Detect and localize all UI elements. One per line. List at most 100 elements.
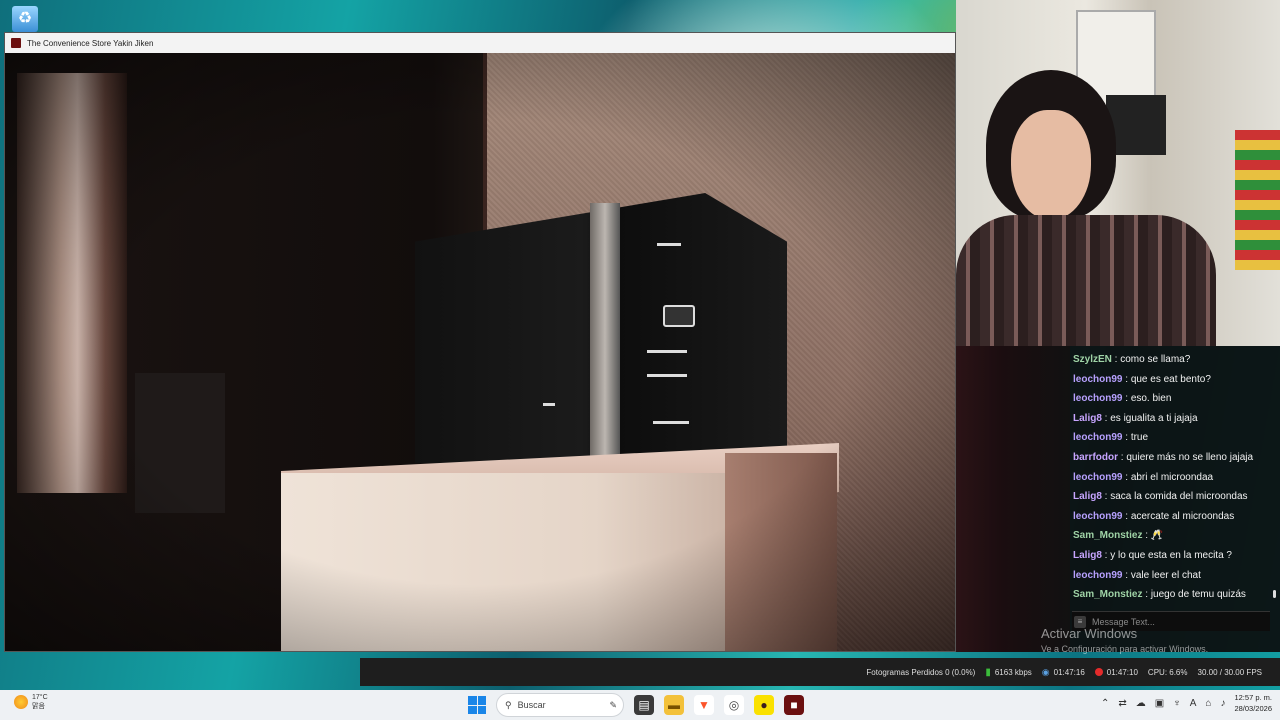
chat-message-text: eso. bien xyxy=(1130,393,1172,405)
chat-message-text: true xyxy=(1130,432,1149,444)
system-tray: ⌃ ⇄ ☁ ▣ ♆ A ⌂ ♪ 12:57 p. m. 28/03/2026 xyxy=(1101,692,1272,714)
rec-status: 01:47:10 xyxy=(1094,667,1138,677)
search-label: Buscar xyxy=(517,700,546,710)
chat-message: leochon99 : que es eat bento? xyxy=(1073,370,1273,390)
network-tray-icon[interactable]: ⇄ xyxy=(1118,698,1126,709)
live-broadcast-icon: ◉ xyxy=(1041,666,1050,677)
chevron-up-icon[interactable]: ⌃ xyxy=(1101,698,1109,709)
chat-separator: : xyxy=(1122,510,1131,522)
clock-date: 28/03/2026 xyxy=(1234,704,1272,713)
chat-username[interactable]: Lalig8 xyxy=(1073,491,1102,502)
task-view-icon[interactable]: ▤ xyxy=(634,695,654,715)
bitrate-status: ▮ 6163 kbps xyxy=(985,667,1031,678)
overlay-strip xyxy=(956,346,1070,652)
chat-message: leochon99 : eso. bien xyxy=(1073,389,1273,409)
brave-browser-icon[interactable]: ▼ xyxy=(694,695,714,715)
chat-separator: : xyxy=(1122,569,1131,581)
chat-username[interactable]: leochon99 xyxy=(1073,472,1122,483)
game-viewport[interactable] xyxy=(5,53,955,651)
chat-message: leochon99 : true xyxy=(1073,428,1273,448)
weather-widget[interactable]: 17°C 맑음 xyxy=(14,693,48,711)
chat-message: barrfodor : quiere más no se lleno jajaj… xyxy=(1073,448,1273,468)
chat-panel: SzylzEN : como se llama? leochon99 : que … xyxy=(1070,346,1280,652)
chat-username[interactable]: Lalig8 xyxy=(1073,413,1102,424)
file-explorer-icon[interactable]: ▬ xyxy=(664,695,684,715)
chat-message-text: 🥂 xyxy=(1150,530,1164,542)
volume-icon[interactable]: ♪ xyxy=(1220,698,1225,709)
chat-scrollbar[interactable] xyxy=(1273,590,1276,598)
chat-message: leochon99 : abri el microondaa xyxy=(1073,468,1273,488)
speaker-tray-icon[interactable]: ▣ xyxy=(1155,698,1164,709)
chat-username[interactable]: leochon99 xyxy=(1073,570,1122,581)
clock[interactable]: 12:57 p. m. 28/03/2026 xyxy=(1234,692,1272,714)
recycle-bin-icon[interactable]: ♻ xyxy=(12,6,38,32)
webcam-feed xyxy=(956,0,1280,346)
bitrate-value: 6163 kbps xyxy=(994,667,1032,677)
chat-username[interactable]: leochon99 xyxy=(1073,511,1122,522)
chat-separator: : xyxy=(1122,393,1131,405)
wifi-icon[interactable]: ⌂ xyxy=(1205,698,1211,709)
chat-message-text: abri el microondaa xyxy=(1130,471,1214,483)
chat-separator: : xyxy=(1122,373,1131,385)
taskbar: 17°C 맑음 ⚲ Buscar ✎ ▤ ▬ ▼ ◎ ● ■ ⌃ ⇄ ☁ ▣ ♆… xyxy=(0,690,1280,720)
microphone-icon[interactable]: ♆ xyxy=(1173,698,1181,709)
activate-subtitle: Ve a Configuración para activar Windows. xyxy=(1041,644,1209,654)
live-time: 01:47:16 xyxy=(1053,667,1085,677)
cloud-icon[interactable]: ☁ xyxy=(1136,698,1146,709)
chat-message: leochon99 : vale leer el chat xyxy=(1073,566,1273,586)
chat-message: Sam_Monstiez : 🥂 xyxy=(1073,526,1273,546)
signal-bars-icon: ▮ xyxy=(985,666,991,678)
scene-vignette xyxy=(5,53,955,651)
chat-message-text: juego de temu quizás xyxy=(1150,589,1246,601)
chat-message: Lalig8 : es igualita a ti jajaja xyxy=(1073,409,1273,429)
chat-username[interactable]: leochon99 xyxy=(1073,374,1122,385)
dropped-frames: Fotogramas Perdidos 0 (0.0%) xyxy=(866,667,976,677)
kakaotalk-icon[interactable]: ● xyxy=(754,695,774,715)
chat-message-text: vale leer el chat xyxy=(1130,569,1201,581)
chat-message-input[interactable] xyxy=(1092,616,1242,627)
chat-separator: : xyxy=(1122,432,1131,444)
chat-username[interactable]: leochon99 xyxy=(1073,432,1122,443)
webcam-snack-shelf xyxy=(1235,130,1280,270)
chat-separator: : xyxy=(1111,354,1121,365)
chat-username[interactable]: SzylzEN xyxy=(1073,354,1112,365)
fps-value: 30.00 / 30.00 FPS xyxy=(1197,667,1263,677)
window-titlebar[interactable]: The Convenience Store Yakin Jiken xyxy=(5,33,955,53)
chat-username[interactable]: Lalig8 xyxy=(1073,550,1102,561)
language-icon[interactable]: A xyxy=(1190,698,1197,709)
chat-username[interactable]: leochon99 xyxy=(1073,393,1122,404)
record-icon xyxy=(1094,668,1103,676)
chat-message: leochon99 : acercate al microondas xyxy=(1073,507,1273,527)
chat-message-text: como se llama? xyxy=(1120,354,1191,365)
game-window[interactable]: The Convenience Store Yakin Jiken xyxy=(4,32,956,652)
chat-messages: SzylzEN : como se llama? leochon99 : que … xyxy=(1073,350,1273,605)
chat-separator: : xyxy=(1101,491,1111,503)
rec-time: 01:47:10 xyxy=(1106,667,1138,677)
window-title: The Convenience Store Yakin Jiken xyxy=(27,38,154,48)
chat-message: Sam_Monstiez : juego de temu quizás xyxy=(1073,585,1273,605)
chat-separator: : xyxy=(1142,589,1151,601)
chat-message-text: acercate al microondas xyxy=(1130,510,1235,522)
chat-separator: : xyxy=(1122,471,1131,483)
chat-separator: : xyxy=(1101,549,1111,561)
chat-separator: : xyxy=(1142,530,1151,542)
chat-message-text: es igualita a ti jajaja xyxy=(1110,412,1198,424)
taskbar-search[interactable]: ⚲ Buscar ✎ xyxy=(496,693,624,717)
chat-message: Lalig8 : y lo que esta en la mecita ? xyxy=(1073,546,1273,566)
weather-desc: 맑음 xyxy=(32,703,45,710)
chrome-icon[interactable]: ◎ xyxy=(724,695,744,715)
game-app-icon[interactable]: ■ xyxy=(784,695,804,715)
live-status: ◉ 01:47:16 xyxy=(1042,667,1085,678)
obs-status-bar: Fotogramas Perdidos 0 (0.0%) ▮ 6163 kbps… xyxy=(360,658,1280,686)
search-icon: ⚲ xyxy=(505,699,512,710)
chat-separator: : xyxy=(1101,412,1111,424)
chat-message-text: quiere más no se lleno jajaja xyxy=(1126,451,1254,463)
chat-message: SzylzEN : como se llama? xyxy=(1073,350,1273,370)
chat-username[interactable]: Sam_Monstiez xyxy=(1073,530,1142,541)
chat-message: Lalig8 : saca la comida del microondas xyxy=(1073,487,1273,507)
start-button[interactable] xyxy=(468,696,486,714)
chat-message-text: que es eat bento? xyxy=(1130,373,1211,385)
chat-username[interactable]: barrfodor xyxy=(1073,452,1118,463)
chat-username[interactable]: Sam_Monstiez xyxy=(1073,589,1142,600)
webcam-person-face xyxy=(1011,110,1091,220)
